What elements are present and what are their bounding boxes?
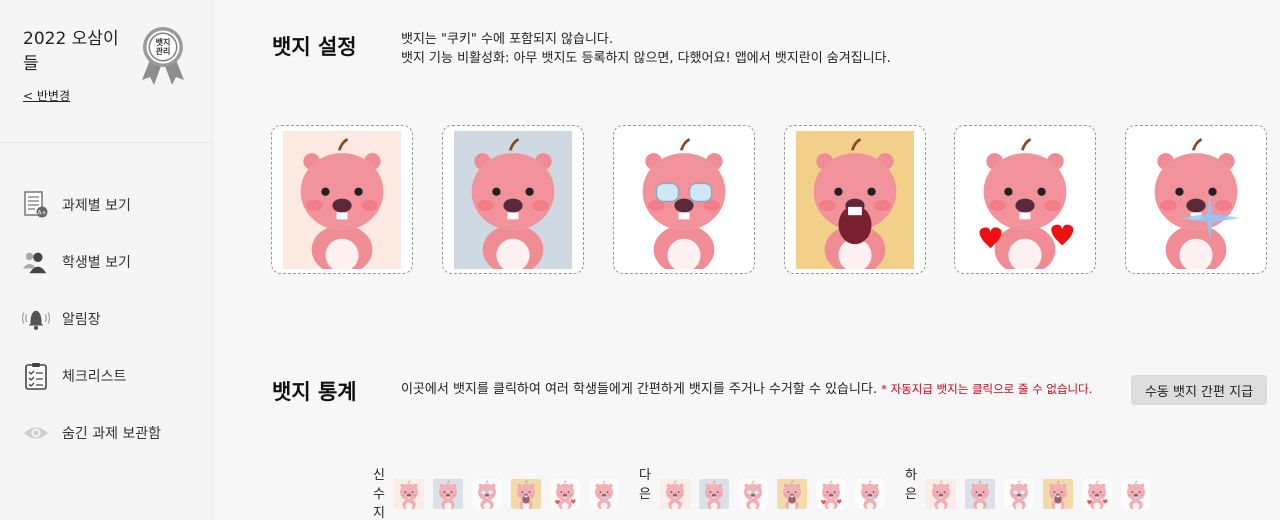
change-class-link[interactable]: < 반변경: [23, 87, 70, 104]
menu-item-hidden-assignments[interactable]: 숨긴 과제 보관함: [0, 404, 213, 461]
student-name-char: 수: [373, 487, 385, 502]
student-badge-toggle[interactable]: [550, 479, 580, 509]
checklist-icon: [22, 362, 50, 390]
student-badge-toggle[interactable]: [1004, 479, 1034, 509]
badge-card[interactable]: [784, 125, 926, 274]
students-icon: [22, 248, 50, 276]
student-badges: [660, 479, 894, 509]
menu-label: 체크리스트: [62, 368, 127, 385]
student-name-char: 지: [373, 506, 385, 520]
badge-image: [626, 130, 742, 269]
badge-stats-title: 뱃지 통계: [272, 380, 357, 404]
student-name-char: 은: [905, 487, 917, 502]
student-badge-toggle[interactable]: [926, 479, 956, 509]
student-badge-toggle[interactable]: [965, 479, 995, 509]
student-badge-toggle[interactable]: [1121, 479, 1151, 509]
menu-item-by-student[interactable]: 학생별 보기: [0, 233, 213, 290]
student-name: 신수지: [372, 466, 386, 520]
student-badge-row: 신수지: [372, 466, 628, 520]
student-badge-toggle[interactable]: [511, 479, 541, 509]
student-badges: [394, 479, 628, 520]
student-badges: [926, 479, 1160, 509]
badge-image: [454, 130, 572, 269]
student-badge-toggle[interactable]: [1082, 479, 1112, 509]
badge-card[interactable]: [954, 125, 1096, 274]
badge-image: [796, 130, 914, 269]
document-icon: A+: [22, 190, 50, 219]
student-name-char: 은: [639, 487, 651, 502]
student-name: 하은: [904, 466, 918, 509]
student-badge-toggle[interactable]: [699, 479, 729, 509]
badge-medal-icon: 뱃지 관리: [142, 27, 184, 85]
class-title: 2022 오삼이들: [23, 29, 119, 74]
medal-text-bottom: 관리: [156, 46, 171, 56]
student-badge-toggle[interactable]: [589, 479, 619, 509]
badge-settings-desc-line1: 뱃지는 "쿠키" 수에 포함되지 않습니다.: [401, 32, 614, 47]
badge-settings-desc-line2: 뱃지 기능 비활성화: 아무 뱃지도 등록하지 않으면, 다했어요! 앱에서 뱃…: [401, 51, 891, 66]
student-badge-row: 다은: [638, 466, 894, 509]
student-badge-toggle[interactable]: [472, 479, 502, 509]
bell-icon: [22, 305, 50, 333]
badge-image: [283, 130, 401, 269]
badge-settings-desc: 뱃지는 "쿠키" 수에 포함되지 않습니다. 뱃지 기능 비활성화: 아무 뱃지…: [401, 30, 891, 68]
eye-icon: [22, 419, 50, 447]
student-badge-toggle[interactable]: [433, 479, 463, 509]
sidebar: 2022 오삼이들 < 반변경 뱃지 관리 A+ 과제별 보기 학생별 보기 알…: [0, 0, 213, 520]
menu-item-notice[interactable]: 알림장: [0, 290, 213, 347]
student-name-char: 신: [373, 468, 385, 483]
menu-label: 알림장: [62, 311, 101, 328]
auto-badge-warning: * 자동지급 뱃지는 클릭으로 줄 수 없습니다.: [881, 382, 1093, 396]
student-badge-toggle[interactable]: [660, 479, 690, 509]
sidebar-menu: A+ 과제별 보기 학생별 보기 알림장 체크리스트 숨긴 과제 보관함: [0, 176, 213, 461]
student-badge-toggle[interactable]: [816, 479, 846, 509]
medal-text-top: 뱃지: [156, 37, 171, 47]
menu-item-checklist[interactable]: 체크리스트: [0, 347, 213, 404]
svg-text:A+: A+: [37, 209, 46, 216]
badge-stats-desc: 이곳에서 뱃지를 클릭하여 여러 학생들에게 간편하게 뱃지를 주거나 수거할 …: [401, 380, 1092, 399]
badge-card[interactable]: [271, 125, 413, 274]
badge-stats-desc-text: 이곳에서 뱃지를 클릭하여 여러 학생들에게 간편하게 뱃지를 주거나 수거할 …: [401, 382, 878, 397]
menu-item-by-assignment[interactable]: A+ 과제별 보기: [0, 176, 213, 233]
badge-card[interactable]: [442, 125, 584, 274]
student-badge-toggle[interactable]: [777, 479, 807, 509]
main-content: 뱃지 설정 뱃지는 "쿠키" 수에 포함되지 않습니다. 뱃지 기능 비활성화:…: [214, 0, 1280, 520]
student-badge-row: 하은: [904, 466, 1160, 509]
menu-label: 과제별 보기: [62, 197, 131, 214]
student-badge-toggle[interactable]: [1043, 479, 1073, 509]
class-info: 2022 오삼이들 < 반변경 뱃지 관리: [0, 0, 213, 143]
menu-label: 학생별 보기: [62, 254, 131, 271]
student-name-char: 하: [905, 468, 917, 483]
student-name: 다은: [638, 466, 652, 509]
badge-settings-title: 뱃지 설정: [272, 35, 357, 59]
badge-image: [967, 130, 1083, 269]
student-badge-toggle[interactable]: [738, 479, 768, 509]
student-badge-toggle[interactable]: [855, 479, 885, 509]
badge-card[interactable]: [613, 125, 755, 274]
badge-card[interactable]: [1125, 125, 1267, 274]
menu-label: 숨긴 과제 보관함: [62, 425, 162, 442]
student-name-char: 다: [639, 468, 651, 483]
manual-grant-button[interactable]: 수동 뱃지 간편 지급: [1131, 375, 1267, 405]
badge-image: [1137, 130, 1255, 269]
student-badge-toggle[interactable]: [394, 479, 424, 509]
